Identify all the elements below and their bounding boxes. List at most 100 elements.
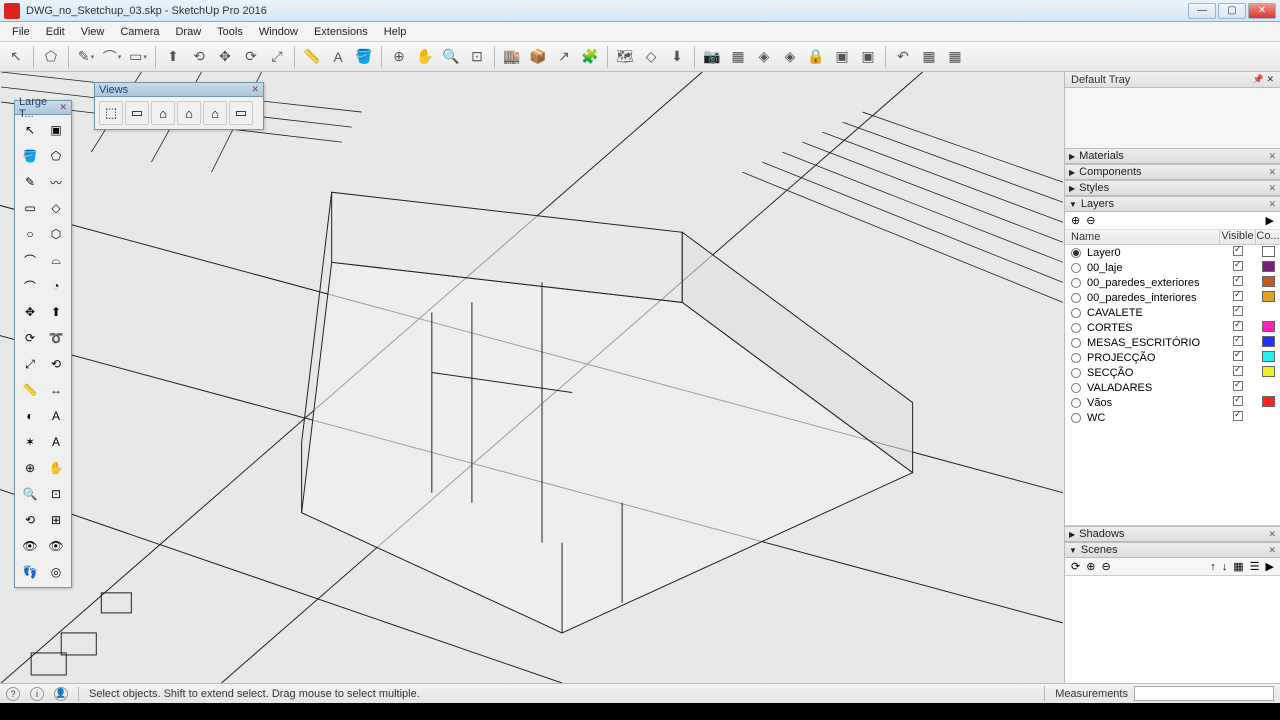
ts-freehand[interactable]: 〰 [44,170,68,194]
plugin2-icon[interactable]: ▦ [943,45,967,69]
scene-view-icon[interactable]: ▦ [1233,560,1243,573]
ts-zoomwin[interactable]: ⊡ [44,482,68,506]
layer-radio[interactable] [1071,383,1081,393]
select-tool[interactable]: ↖ [4,45,28,69]
ts-select[interactable]: ↖ [18,118,42,142]
render2-icon[interactable]: ▣ [856,45,880,69]
layer-row[interactable]: CAVALETE [1065,305,1280,320]
undo-icon[interactable]: ↶ [891,45,915,69]
layer-radio[interactable] [1071,398,1081,408]
model-canvas[interactable] [0,72,1064,683]
zoom-tool[interactable]: 🔍 [439,45,463,69]
layer-row[interactable]: WC [1065,410,1280,425]
layer-radio[interactable] [1071,248,1081,258]
scene-refresh-icon[interactable]: ⟳ [1071,560,1080,573]
layer-row[interactable]: PROJECÇÃO [1065,350,1280,365]
warehouse-icon[interactable]: 🏬 [500,45,524,69]
tape-tool[interactable]: 📏 [300,45,324,69]
layer-visible-checkbox[interactable] [1233,336,1243,346]
layer-row[interactable]: 00_laje [1065,260,1280,275]
menu-edit[interactable]: Edit [38,24,73,40]
ts-arc3[interactable]: ⌒ [18,274,42,298]
layer-radio[interactable] [1071,308,1081,318]
menu-file[interactable]: File [4,24,38,40]
col-color[interactable]: Co... [1256,230,1280,244]
ts-look[interactable]: 👁 [44,534,68,558]
pan-tool[interactable]: ✋ [413,45,437,69]
location-icon[interactable]: 🗺 [613,45,637,69]
view-iso-icon[interactable]: ⬚ [99,101,123,125]
ts-zoomprev[interactable]: ⟲ [18,508,42,532]
layer-radio[interactable] [1071,368,1081,378]
maximize-button[interactable]: ▢ [1218,3,1246,19]
panel-close-icon[interactable]: ✕ [1268,199,1276,210]
layer-color-swatch[interactable] [1262,336,1275,347]
layer-visible-checkbox[interactable] [1233,261,1243,271]
rotate-tool[interactable]: ⟳ [239,45,263,69]
layer-visible-checkbox[interactable] [1233,321,1243,331]
view-front-icon[interactable]: ⌂ [151,101,175,125]
scene-up-icon[interactable]: ↑ [1210,561,1216,573]
ts-zoomext[interactable]: ⊞ [44,508,68,532]
ts-polygon[interactable]: ⬡ [44,222,68,246]
menu-view[interactable]: View [73,24,113,40]
view-right-icon[interactable]: ⌂ [177,101,201,125]
paint-tool[interactable]: 🪣 [352,45,376,69]
panel-scenes[interactable]: ▼Scenes✕ [1065,542,1280,558]
remove-layer-icon[interactable]: ⊖ [1086,214,1095,227]
photo-icon[interactable]: 📷 [700,45,724,69]
layer-radio[interactable] [1071,263,1081,273]
views-close-icon[interactable]: ✕ [251,84,259,95]
viewport[interactable]: Views✕ ⬚ ▭ ⌂ ⌂ ⌂ ▭ Large T...✕ ↖▣ 🪣⬠ ✎〰 … [0,72,1064,683]
menu-camera[interactable]: Camera [112,24,167,40]
pin-icon[interactable]: 📌 ✕ [1253,74,1274,85]
ts-axes[interactable]: ✶ [18,430,42,454]
share-icon[interactable]: ↗ [552,45,576,69]
layer-color-swatch[interactable] [1262,351,1275,362]
ts-offset[interactable]: ⟲ [44,352,68,376]
panel-close-icon[interactable]: ✕ [1268,183,1276,194]
ts-protractor[interactable]: ◐ [18,404,42,428]
layer-color-swatch[interactable] [1262,321,1275,332]
scene-remove-icon[interactable]: ⊖ [1101,560,1110,573]
layer-color-swatch[interactable] [1262,396,1275,407]
add-layer-icon[interactable]: ⊕ [1071,214,1080,227]
ts-dimension[interactable]: ↔ [44,378,68,402]
ts-circle[interactable]: ○ [18,222,42,246]
panel-shadows[interactable]: ▶Shadows✕ [1065,526,1280,542]
panel-layers[interactable]: ▼Layers✕ [1065,196,1280,212]
layer-visible-checkbox[interactable] [1233,411,1243,421]
large-close-icon[interactable]: ✕ [59,102,67,113]
layer-visible-checkbox[interactable] [1233,291,1243,301]
layer-radio[interactable] [1071,353,1081,363]
eraser-tool[interactable]: ⬠ [39,45,63,69]
layer-color-swatch[interactable] [1262,261,1275,272]
layer-visible-checkbox[interactable] [1233,381,1243,391]
large-toolset-panel[interactable]: Large T...✕ ↖▣ 🪣⬠ ✎〰 ▭◇ ○⬡ ⌒⌓ ⌒◔ ✥⬆ ⟳➰ ⤢… [14,100,72,588]
panel-close-icon[interactable]: ✕ [1268,529,1276,540]
lock-icon[interactable]: 🔒 [804,45,828,69]
components-icon[interactable]: 📦 [526,45,550,69]
ts-paint[interactable]: 🪣 [18,144,42,168]
layer-visible-checkbox[interactable] [1233,396,1243,406]
layer-row[interactable]: CORTES [1065,320,1280,335]
layer-radio[interactable] [1071,338,1081,348]
panel-styles[interactable]: ▶Styles✕ [1065,180,1280,196]
ts-pie[interactable]: ◔ [44,274,68,298]
view-top-icon[interactable]: ▭ [125,101,149,125]
panel-close-icon[interactable]: ✕ [1268,151,1276,162]
scene-down-icon[interactable]: ↓ [1222,561,1228,573]
layer-visible-checkbox[interactable] [1233,246,1243,256]
view-left-icon[interactable]: ▭ [229,101,253,125]
ts-make[interactable]: ▣ [44,118,68,142]
ts-pushpull[interactable]: ⬆ [44,300,68,324]
menu-extensions[interactable]: Extensions [306,24,376,40]
terrain-icon[interactable]: ◇ [639,45,663,69]
solid-icon[interactable]: ◈ [752,45,776,69]
ts-eraser[interactable]: ⬠ [44,144,68,168]
zoom-extents-tool[interactable]: ⊡ [465,45,489,69]
layer-row[interactable]: Layer0 [1065,245,1280,260]
layer-visible-checkbox[interactable] [1233,306,1243,316]
menu-draw[interactable]: Draw [167,24,209,40]
layer-visible-checkbox[interactable] [1233,351,1243,361]
